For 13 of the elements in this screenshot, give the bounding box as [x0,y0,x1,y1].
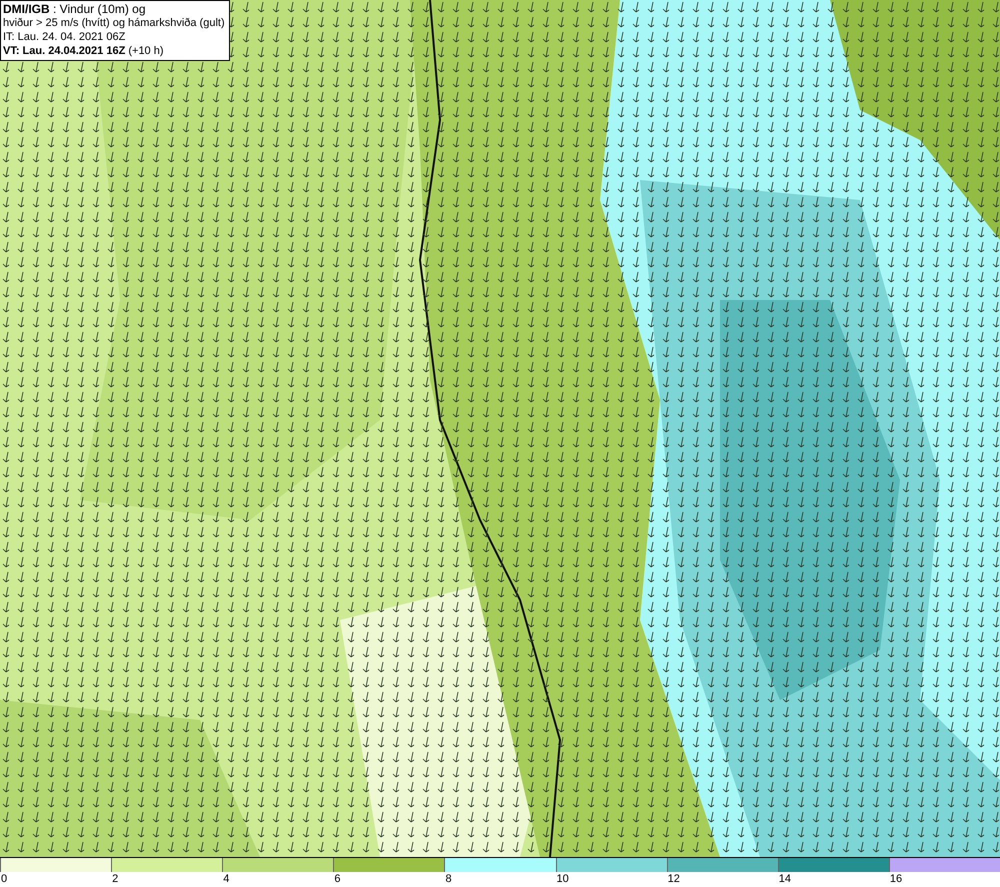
legend-label: 14 [778,872,792,886]
legend-label: 12 [666,872,680,886]
legend-label: 10 [556,872,569,886]
legend-label: 6 [333,872,340,886]
legend-label: 2 [111,872,118,886]
info-text: hviður > 25 m/s (hvítt) og hámarkshviða (gult) [3,16,225,30]
legend-label: 4 [222,872,230,886]
info-text: VT: Lau. 24.04.2021 16Z (+10 h) [3,44,165,58]
info-text: IT: Lau. 24. 04. 2021 06Z [3,30,126,44]
legend-label: 8 [444,872,452,886]
legend-label: 16 [888,872,902,886]
legend-label: 0 [0,872,8,886]
info-text: DMI/IGB : Vindur (10m) og [3,2,146,16]
